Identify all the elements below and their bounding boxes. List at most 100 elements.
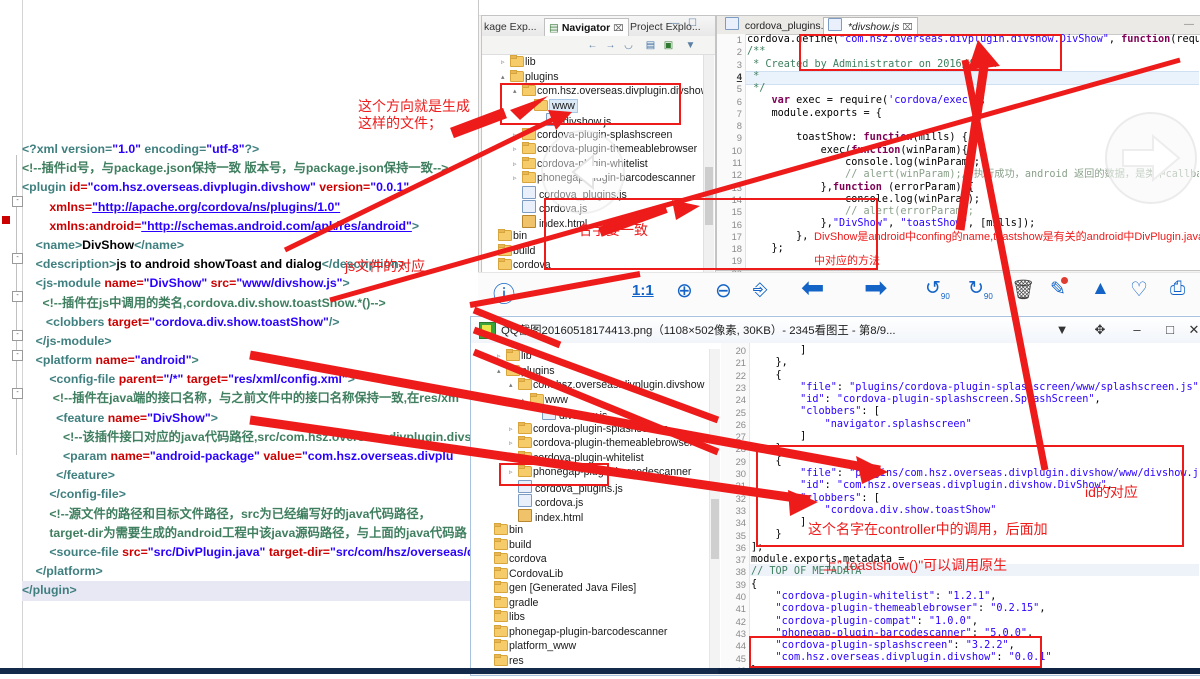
menu-dropdown-icon[interactable]: ▼	[1051, 321, 1073, 339]
code-line[interactable]: };	[747, 243, 1199, 255]
tree-item[interactable]: cordova	[483, 258, 705, 273]
expand-arrow-icon[interactable]: ▴	[497, 365, 506, 380]
navigator-tab-bar[interactable]: kage Exp... ▤ Navigator ⌧ Project Explo.…	[482, 16, 715, 37]
tree-item[interactable]: index.html	[479, 508, 709, 524]
maximize-view-icon[interactable]: ☐	[686, 17, 699, 30]
zoom-in-icon[interactable]: ⊕	[676, 278, 693, 303]
expand-arrow-icon[interactable]: ▴	[525, 100, 534, 115]
expand-arrow-icon[interactable]: ▴	[501, 71, 510, 86]
tree-item[interactable]: build	[483, 243, 705, 259]
image-viewer-toolbar[interactable]: ⓘ 1:1 ⊕ ⊖ ⎆ ⬅ ➡ ↺90 ↻90 🗑 ✎ ▲ ♡ ⎙	[478, 272, 1200, 315]
xml-line[interactable]: xmlns:android="http://schemas.android.co…	[22, 217, 478, 236]
delete-icon[interactable]: 🗑	[1011, 278, 1035, 302]
next-image-overlay-arrow[interactable]	[1105, 112, 1197, 204]
edit-icon[interactable]: ✎	[1050, 277, 1068, 301]
xml-line[interactable]: <platform name="android">	[22, 351, 478, 370]
code-line[interactable]: *	[747, 71, 1199, 83]
tree-item[interactable]: ▹ cordova-plugin-splashscreen	[479, 421, 709, 437]
expand-arrow-icon[interactable]: ▴	[509, 379, 518, 394]
xml-line[interactable]: <config-file parent="/*" target="res/xml…	[22, 370, 478, 389]
sync-icon[interactable]: ▣	[662, 39, 675, 52]
xml-line[interactable]: xmlns="http://apache.org/cordova/ns/plug…	[22, 198, 478, 217]
zoom-out-icon[interactable]: ⊖	[715, 278, 732, 303]
tree-item[interactable]: ▴ com.hsz.overseas.divplugin.divshow	[479, 378, 709, 393]
xml-line[interactable]: <!--插件在java端的接口名称，与之前文件中的接口名称保持一致,在res/x…	[22, 389, 478, 408]
xml-line[interactable]: <?xml version="1.0" encoding="utf-8"?>	[22, 140, 478, 159]
tree-item[interactable]: bin	[479, 523, 709, 538]
xml-line[interactable]: <param name="android-package" value="com…	[22, 447, 478, 466]
tree-item[interactable]: ▹ cordova-plugin-whitelist	[479, 450, 709, 466]
maximize-icon[interactable]: □	[1159, 321, 1181, 339]
xml-line[interactable]: </js-module>	[22, 332, 478, 351]
code-line[interactable]: cordova.define("com.hsz.overseas.divplug…	[747, 34, 1199, 46]
tree-item[interactable]: ▴ plugins	[483, 69, 705, 86]
tree-item[interactable]: res	[479, 653, 709, 669]
expand-arrow-icon[interactable]: ▹	[501, 56, 510, 71]
xml-code-lines[interactable]: <?xml version="1.0" encoding="utf-8"?> <!…	[22, 140, 478, 601]
code-line[interactable]: /**	[747, 46, 1199, 58]
previous-image-icon[interactable]: ⬅	[801, 271, 824, 304]
tree-item[interactable]: divshow.js	[479, 407, 709, 422]
xml-line[interactable]: </config-file>	[22, 485, 478, 504]
expand-arrow-icon[interactable]: ▹	[513, 172, 522, 187]
expand-arrow-icon[interactable]: ▴	[513, 85, 522, 100]
tab-navigator[interactable]: ▤ Navigator ⌧	[544, 18, 629, 37]
navigator-scrollbar[interactable]	[703, 55, 714, 294]
xml-line[interactable]: <name>DivShow</name>	[22, 236, 478, 255]
tree-item[interactable]: ▴ com.hsz.overseas.divplugin.divshow	[483, 84, 705, 99]
xml-line[interactable]: <plugin id="com.hsz.overseas.divplugin.d…	[22, 178, 478, 197]
info-icon[interactable]: ⓘ	[493, 277, 515, 309]
previous-image-overlay-arrow[interactable]	[541, 130, 625, 214]
scrollbar-thumb[interactable]	[711, 499, 719, 559]
tree-item[interactable]: gradle	[479, 595, 709, 611]
tree-item[interactable]: ▴ www	[479, 392, 709, 409]
expand-arrow-icon[interactable]: ▹	[513, 129, 522, 144]
search-folder-icon[interactable]: ⎙	[1170, 278, 1185, 300]
xml-line[interactable]: <clobbers target="cordova.div.show.toast…	[22, 313, 478, 332]
expand-arrow-icon[interactable]: ▹	[513, 158, 522, 173]
tree-item[interactable]: ▹ lib	[479, 349, 709, 364]
upload-icon[interactable]: ▲	[1091, 278, 1110, 300]
tree-item[interactable]: gen [Generated Java Files]	[479, 581, 709, 596]
xml-line[interactable]: </platform>	[22, 562, 478, 581]
forward-arrow-icon[interactable]: →	[604, 39, 617, 52]
scrollbar-thumb[interactable]	[705, 167, 713, 225]
expand-arrow-icon[interactable]: ▴	[521, 394, 530, 409]
tree-item[interactable]: divshow.js	[483, 113, 705, 128]
tree-item[interactable]: ▹ lib	[483, 55, 705, 70]
back-arrow-icon[interactable]: ←	[586, 39, 599, 52]
tree-item[interactable]: cordova.js	[479, 494, 709, 509]
actual-size-icon[interactable]: 1:1	[632, 282, 654, 299]
minimize-icon[interactable]: –	[1126, 321, 1148, 339]
tree-item[interactable]: platform_www	[479, 639, 709, 654]
code-line[interactable]: },"DivShow", "toastShow", [mills]);	[747, 218, 1199, 230]
close-icon[interactable]: ⌧	[613, 23, 623, 33]
close-icon[interactable]: ✕	[1183, 321, 1200, 339]
navigator-toolbar[interactable]: ← → ◡ ▤ ▣ ▼	[482, 36, 715, 55]
tree-item[interactable]: ▹ cordova-plugin-themeablebrowser	[479, 436, 709, 451]
tree-item[interactable]: CordovaLib	[479, 566, 709, 582]
viewer-file-tree[interactable]: ▹ lib ▴ plugins ▴ com.hsz.overseas.divplugin.…	[479, 349, 709, 669]
xml-line[interactable]: target-dir为需要生成的android工程中该java源码路径，与上面的…	[22, 524, 478, 543]
tree-item[interactable]: build	[479, 537, 709, 553]
tree-item[interactable]: phonegap-plugin-barcodescanner	[479, 624, 709, 640]
xml-line[interactable]: <source-file src="src/DivPlugin.java" ta…	[22, 543, 478, 562]
xml-line[interactable]: </feature>	[22, 466, 478, 485]
expand-arrow-icon[interactable]: ▹	[509, 437, 518, 452]
xml-line[interactable]: <!--插件id号，与package.json保持一致 版本号，与package…	[22, 159, 478, 178]
rotate-left-icon[interactable]: ↺90	[925, 277, 950, 301]
xml-line[interactable]: </plugin>	[22, 581, 478, 601]
expand-arrow-icon[interactable]: ▹	[509, 466, 518, 481]
tree-item[interactable]: cordova	[479, 552, 709, 567]
close-icon[interactable]: ⌧	[902, 22, 912, 32]
viewer-title-bar[interactable]: QQ截图20160518174413.png（1108×502像素, 30KB）…	[471, 317, 1200, 344]
next-image-icon[interactable]: ➡	[864, 271, 887, 304]
collapse-all-icon[interactable]: ◡	[622, 39, 635, 52]
link-with-editor-icon[interactable]: ▤	[644, 39, 657, 52]
tab-cordova-plugins-js[interactable]: cordova_plugins.js	[721, 17, 835, 34]
tree-item[interactable]: cordova_plugins.js	[479, 479, 709, 495]
tree-item[interactable]: ▴ plugins	[479, 363, 709, 380]
minimize-view-icon[interactable]: —	[668, 17, 681, 30]
fullscreen-icon[interactable]: ✥	[1089, 321, 1111, 339]
editor-tab-bar[interactable]: cordova_plugins.js *divshow.js ⌧ —	[717, 16, 1200, 36]
